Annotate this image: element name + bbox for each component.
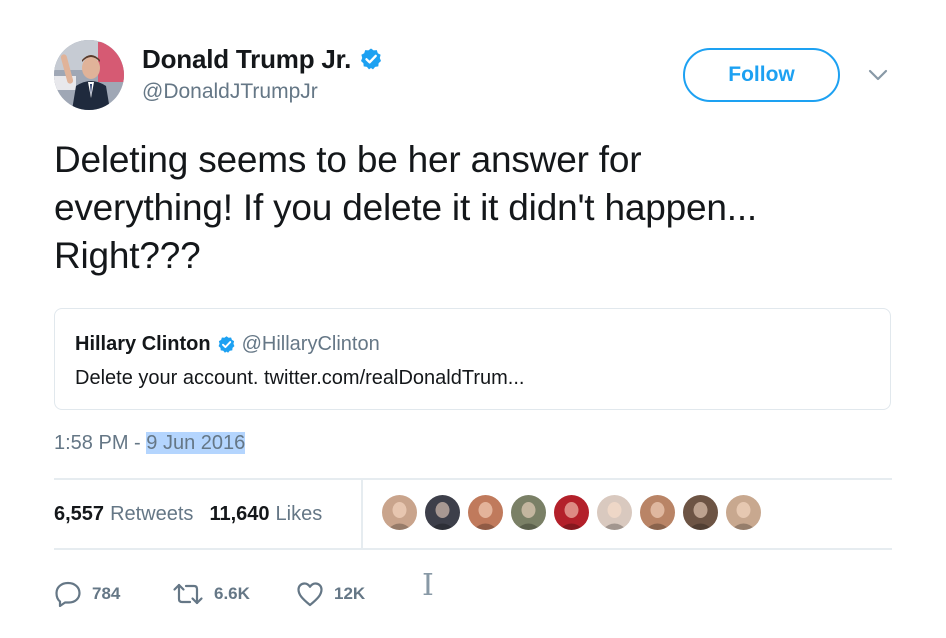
- timestamp-time: 1:58 PM -: [54, 432, 147, 454]
- liker-avatar[interactable]: [425, 495, 460, 530]
- quoted-tweet-text: Delete your account. twitter.com/realDon…: [75, 367, 525, 389]
- author-display-name[interactable]: Donald Trump Jr.: [142, 44, 351, 75]
- liker-avatars: [382, 495, 769, 530]
- like-count: 12K: [334, 584, 366, 603]
- verified-badge-icon: [359, 47, 383, 71]
- tweet-text-line: everything! If you delete it it didn't h…: [54, 187, 757, 228]
- follow-button[interactable]: Follow: [683, 48, 840, 102]
- likes-label: Likes: [275, 502, 323, 525]
- likes-stat[interactable]: 11,640 Likes: [209, 503, 322, 526]
- liker-avatar[interactable]: [511, 495, 546, 530]
- reply-button[interactable]: 784: [54, 581, 172, 607]
- timestamp-date: 9 Jun 2016: [146, 432, 246, 454]
- tweet-card: Donald Trump Jr. @DonaldJTrumpJr Follow …: [0, 0, 946, 638]
- profile-photo-icon: [54, 40, 124, 110]
- like-button[interactable]: 12K: [296, 581, 414, 607]
- tweet-text: Deleting seems to be her answer for ever…: [54, 136, 894, 280]
- quoted-author-handle: @HillaryClinton: [241, 333, 380, 355]
- quoted-tweet-card[interactable]: Hillary Clinton @HillaryClinton Delete y…: [54, 308, 891, 410]
- retweets-count: 6,557: [54, 502, 105, 525]
- liker-avatar[interactable]: [382, 495, 417, 530]
- likes-count: 11,640: [209, 502, 270, 525]
- tweet-timestamp[interactable]: 1:58 PM - 9 Jun 2016: [54, 428, 246, 458]
- verified-badge-icon: [217, 335, 236, 354]
- text-cursor-icon: I: [422, 568, 434, 603]
- divider: [54, 548, 892, 550]
- retweets-stat[interactable]: 6,557 Retweets: [54, 503, 193, 526]
- tweet-text-line: Deleting seems to be her answer for: [54, 139, 642, 180]
- divider: [361, 480, 363, 548]
- author-avatar[interactable]: [54, 40, 124, 110]
- liker-avatar[interactable]: [597, 495, 632, 530]
- reply-count: 784: [92, 584, 121, 603]
- author-handle[interactable]: @DonaldJTrumpJr: [142, 80, 318, 104]
- heart-icon: [297, 582, 323, 607]
- quoted-author-name: Hillary Clinton: [75, 333, 211, 355]
- retweets-label: Retweets: [110, 502, 194, 525]
- retweet-count: 6.6K: [214, 584, 250, 603]
- author-name-row[interactable]: Donald Trump Jr.: [142, 42, 383, 76]
- liker-avatar[interactable]: [683, 495, 718, 530]
- liker-avatar[interactable]: [554, 495, 589, 530]
- liker-avatar[interactable]: [640, 495, 675, 530]
- tweet-text-line: Right???: [54, 235, 201, 276]
- quoted-tweet-header: Hillary Clinton @HillaryClinton: [75, 333, 380, 356]
- liker-avatar[interactable]: [468, 495, 503, 530]
- tweet-stats: 6,557 Retweets 11,640 Likes: [54, 480, 322, 548]
- retweet-button[interactable]: 6.6K: [172, 581, 296, 607]
- retweet-icon: [173, 583, 203, 605]
- tweet-actions: 784 6.6K 12K: [54, 574, 414, 614]
- chevron-down-icon[interactable]: [866, 66, 890, 86]
- reply-icon: [55, 581, 81, 607]
- liker-avatar[interactable]: [726, 495, 761, 530]
